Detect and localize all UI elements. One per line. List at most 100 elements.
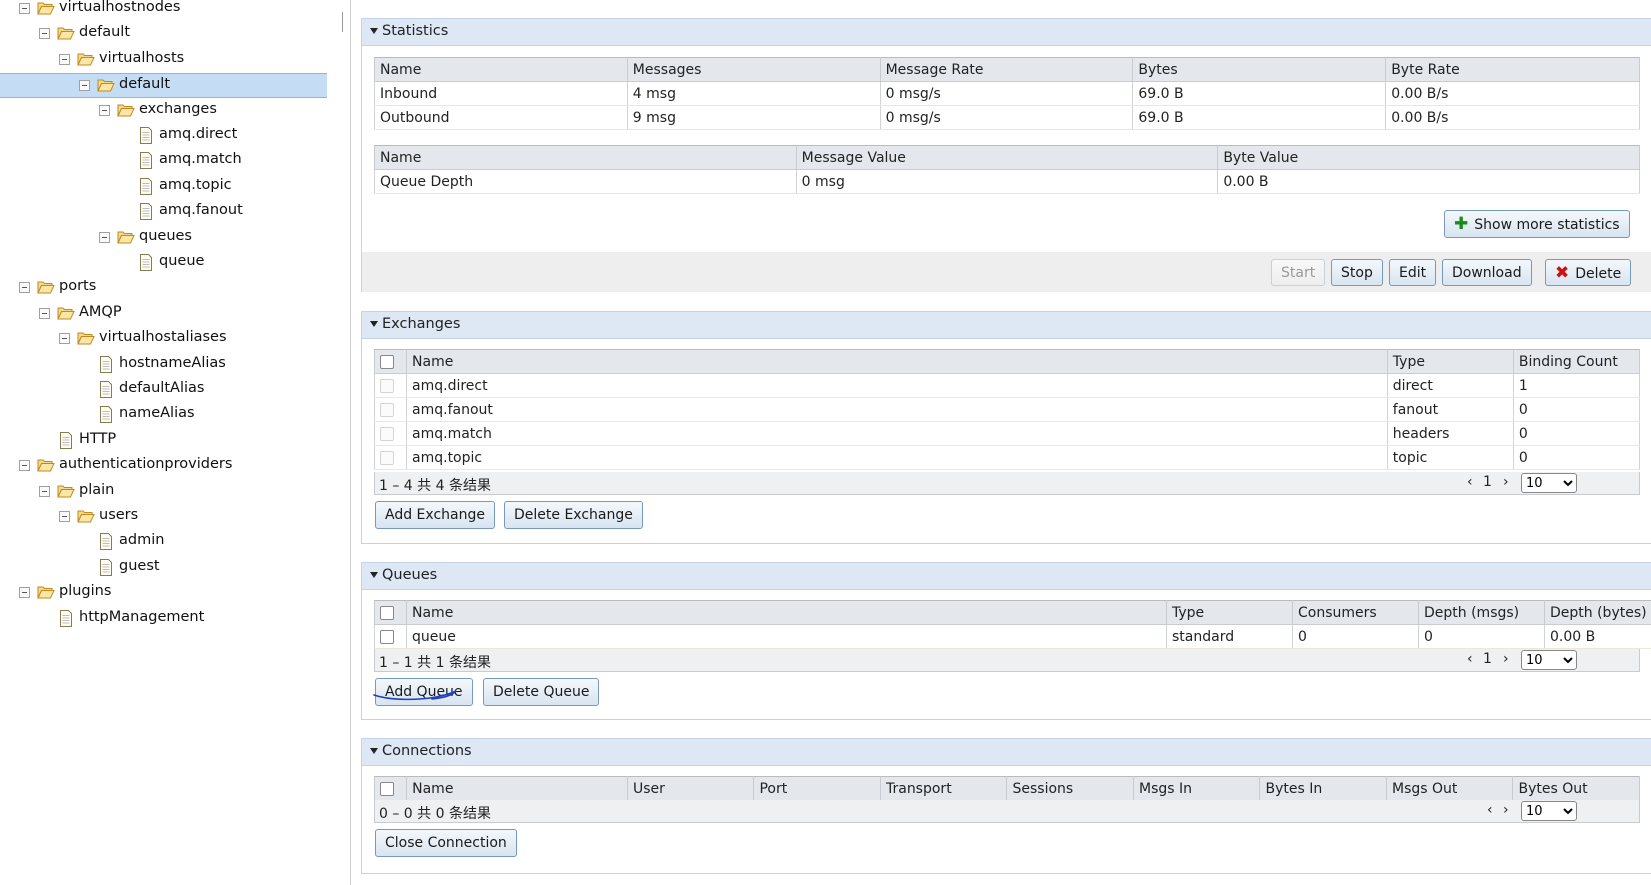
column-header[interactable]: Type	[1166, 600, 1293, 625]
column-header[interactable]: Depth (bytes)	[1544, 600, 1651, 625]
collapse-caret-icon[interactable]	[370, 28, 378, 34]
column-header[interactable]: Sessions	[1006, 776, 1134, 801]
column-header[interactable]: Transport	[879, 776, 1008, 801]
close-connection-button[interactable]: Close Connection	[375, 829, 517, 857]
start-button[interactable]: Start	[1271, 259, 1326, 286]
prev-page-icon[interactable]: ‹	[1467, 474, 1473, 490]
tree-item[interactable]: amq.match	[0, 149, 327, 174]
column-header[interactable]: Depth (msgs)	[1418, 600, 1545, 625]
column-header[interactable]: Messages	[626, 57, 881, 82]
select-all-checkbox[interactable]	[380, 354, 394, 369]
tree-item[interactable]: ports	[0, 276, 327, 301]
table-row[interactable]: Inbound 4 msg 0 msg/s 69.0 B 0.00 B/s	[374, 81, 1640, 106]
column-header[interactable]: Msgs In	[1132, 776, 1261, 801]
splitter-handle[interactable]	[342, 12, 343, 32]
page-number[interactable]: 1	[1483, 651, 1492, 667]
column-header[interactable]: Message Value	[795, 145, 1219, 170]
collapse-toggle-icon[interactable]	[19, 587, 30, 599]
collapse-toggle-icon[interactable]	[39, 28, 50, 40]
column-header[interactable]: Bytes Out	[1512, 776, 1640, 801]
delete-queue-button[interactable]: Delete Queue	[483, 678, 600, 706]
collapse-toggle-icon[interactable]	[19, 282, 30, 294]
column-header[interactable]: Bytes In	[1259, 776, 1387, 801]
page-size-select[interactable]: 10	[1521, 801, 1577, 821]
row-checkbox[interactable]	[380, 402, 394, 417]
tree-item[interactable]: plain	[0, 480, 327, 505]
tree-item[interactable]: httpManagement	[0, 607, 327, 632]
next-page-icon[interactable]: ›	[1503, 651, 1509, 667]
collapse-toggle-icon[interactable]	[59, 53, 70, 65]
collapse-toggle-icon[interactable]	[19, 460, 30, 472]
tree-item[interactable]: default	[0, 22, 327, 47]
column-header[interactable]: Name	[406, 776, 628, 801]
next-page-icon[interactable]: ›	[1503, 474, 1509, 490]
tree-item[interactable]: hostnameAlias	[0, 353, 327, 378]
column-header[interactable]: Type	[1386, 349, 1514, 374]
tree-item[interactable]: AMQP	[0, 302, 327, 327]
tree-item[interactable]: admin	[0, 530, 327, 555]
delete-button[interactable]: ✖ Delete	[1545, 259, 1632, 286]
select-all-checkbox[interactable]	[380, 605, 394, 620]
column-header[interactable]: Message Rate	[879, 57, 1134, 82]
collapse-caret-icon[interactable]	[370, 572, 378, 578]
column-header[interactable]: Byte Rate	[1385, 57, 1640, 82]
page-number[interactable]: 1	[1483, 474, 1492, 490]
tree-item[interactable]: queues	[0, 226, 327, 251]
pane-divider[interactable]	[350, 0, 351, 885]
select-all-checkbox[interactable]	[380, 781, 394, 796]
tree-item[interactable]: queue	[0, 251, 327, 276]
column-header[interactable]: Name	[374, 57, 628, 82]
column-header[interactable]: Bytes	[1132, 57, 1387, 82]
queues-header[interactable]: Queues	[362, 563, 1651, 590]
prev-page-icon[interactable]: ‹	[1487, 802, 1493, 818]
column-header[interactable]: User	[626, 776, 755, 801]
column-header[interactable]: Byte Value	[1217, 145, 1640, 170]
column-header[interactable]: Msgs Out	[1385, 776, 1514, 801]
table-row[interactable]: amq.fanout fanout 0	[373, 397, 1641, 422]
tree-item[interactable]: amq.fanout	[0, 200, 327, 225]
exchanges-header[interactable]: Exchanges	[362, 312, 1651, 339]
collapse-caret-icon[interactable]	[370, 321, 378, 327]
table-row[interactable]: queue standard 0 0 0.00 B	[374, 624, 1651, 649]
tree-item[interactable]: defaultAlias	[0, 378, 327, 403]
collapse-caret-icon[interactable]	[370, 748, 378, 754]
row-checkbox[interactable]	[380, 378, 394, 393]
prev-page-icon[interactable]: ‹	[1467, 651, 1473, 667]
column-header[interactable]: Binding Count	[1512, 349, 1641, 374]
column-header[interactable]: Consumers	[1292, 600, 1419, 625]
column-header[interactable]: Port	[753, 776, 881, 801]
tree-item[interactable]: virtualhostnodes	[0, 0, 327, 22]
tree-item[interactable]: guest	[0, 556, 327, 581]
collapse-toggle-icon[interactable]	[19, 3, 30, 14]
page-size-select[interactable]: 10	[1521, 650, 1577, 670]
row-checkbox[interactable]	[380, 426, 394, 441]
show-more-statistics-button[interactable]: ✚ Show more statistics	[1444, 210, 1630, 238]
column-header[interactable]: Name	[406, 600, 1167, 625]
edit-button[interactable]: Edit	[1389, 259, 1437, 286]
table-row[interactable]: amq.match headers 0	[373, 421, 1641, 446]
connections-header[interactable]: Connections	[362, 739, 1651, 766]
download-button[interactable]: Download	[1442, 259, 1532, 286]
tree-item[interactable]: plugins	[0, 581, 327, 606]
tree-item[interactable]: virtualhosts	[0, 48, 327, 73]
tree-item[interactable]: exchanges	[0, 99, 327, 124]
collapse-toggle-icon[interactable]	[99, 104, 110, 116]
delete-exchange-button[interactable]: Delete Exchange	[504, 501, 643, 529]
collapse-toggle-icon[interactable]	[59, 333, 70, 345]
statistics-header[interactable]: Statistics	[362, 19, 1651, 46]
column-header[interactable]: Name	[406, 349, 1388, 374]
table-row[interactable]: Outbound 9 msg 0 msg/s 69.0 B 0.00 B/s	[374, 105, 1640, 130]
collapse-toggle-icon[interactable]	[79, 80, 90, 92]
tree-item[interactable]: amq.direct	[0, 124, 327, 149]
tree-item[interactable]: default	[0, 73, 327, 99]
tree-item[interactable]: virtualhostaliases	[0, 327, 327, 352]
collapse-toggle-icon[interactable]	[59, 511, 70, 522]
table-row[interactable]: amq.topic topic 0	[373, 445, 1641, 470]
row-checkbox[interactable]	[380, 629, 394, 644]
tree-item[interactable]: HTTP	[0, 429, 327, 454]
table-row[interactable]: amq.direct direct 1	[373, 373, 1641, 398]
collapse-toggle-icon[interactable]	[39, 307, 50, 319]
stop-button[interactable]: Stop	[1331, 259, 1383, 286]
table-row[interactable]: Queue Depth 0 msg 0.00 B	[374, 169, 1640, 194]
page-size-select[interactable]: 10	[1521, 473, 1577, 493]
